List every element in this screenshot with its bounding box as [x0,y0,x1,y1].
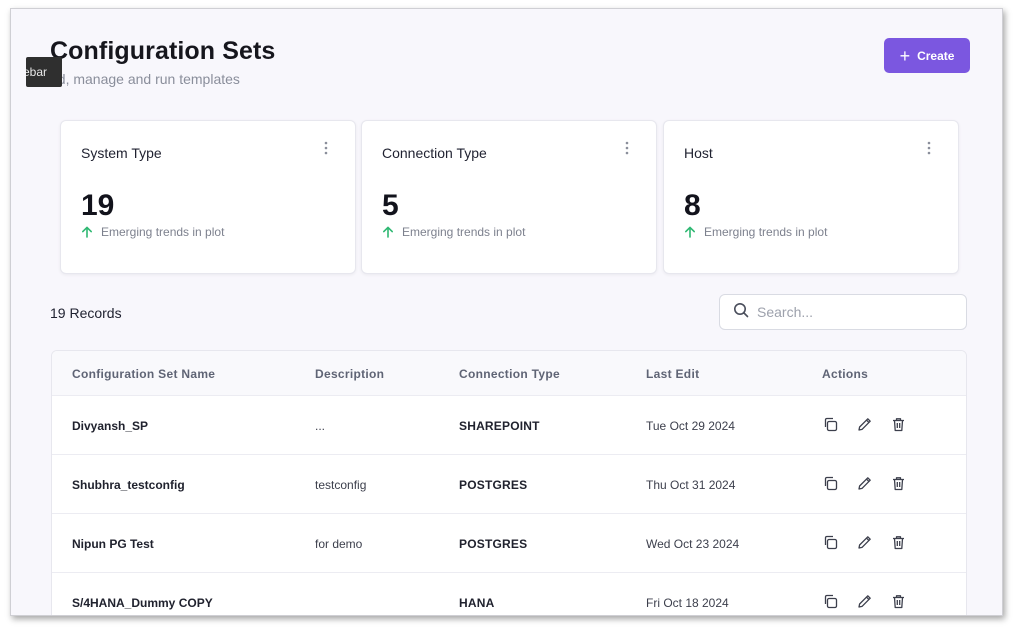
kebab-icon[interactable] [622,141,632,161]
stat-trend: Emerging trends in plot [382,225,525,239]
page-title: Configuration Sets [50,37,276,65]
stat-label: Connection Type [382,145,487,161]
arrow-up-icon [382,226,394,238]
stat-trend-label: Emerging trends in plot [402,225,526,239]
search-input[interactable] [757,304,957,320]
search-box[interactable] [719,294,967,330]
table-row[interactable]: S/4HANA_Dummy COPY HANA Fri Oct 18 2024 [52,573,966,615]
row-actions [822,416,907,433]
stat-trend: Emerging trends in plot [684,225,827,239]
table-row[interactable]: Shubhra_testconfig testconfig POSTGRES T… [52,455,966,514]
cell-last-edit: Tue Oct 29 2024 [646,419,735,433]
kebab-icon[interactable] [321,141,331,161]
cell-description: testconfig [315,478,367,492]
stat-trend-label: Emerging trends in plot [101,225,225,239]
cell-connection-type: HANA [459,596,495,610]
cell-name: Shubhra_testconfig [72,478,185,492]
trash-icon[interactable] [890,534,907,551]
edit-icon[interactable] [856,416,873,433]
cell-name: Divyansh_SP [72,419,149,433]
table-row[interactable]: Nipun PG Test for demo POSTGRES Wed Oct … [52,514,966,573]
row-actions [822,475,907,492]
copy-icon[interactable] [822,593,839,610]
column-header-name[interactable]: Configuration Set Name [72,367,215,381]
cell-connection-type: SHAREPOINT [459,419,540,433]
row-actions [822,534,907,551]
trash-icon[interactable] [890,475,907,492]
row-actions [822,593,907,610]
stat-value: 5 [382,189,399,222]
stat-value: 19 [81,189,115,222]
stat-trend: Emerging trends in plot [81,225,224,239]
copy-icon[interactable] [822,416,839,433]
kebab-icon[interactable] [924,141,934,161]
stat-card-host: Host 8 Emerging trends in plot [663,120,959,274]
edit-icon[interactable] [856,534,873,551]
stat-value: 8 [684,189,701,222]
stat-label: Host [684,145,713,161]
edit-icon[interactable] [856,475,873,492]
stat-card-system-type: System Type 19 Emerging trends in plot [60,120,356,274]
cell-name: Nipun PG Test [72,537,154,551]
cell-last-edit: Thu Oct 31 2024 [646,478,736,492]
cell-name: S/4HANA_Dummy COPY [72,596,213,610]
cell-connection-type: POSTGRES [459,537,528,551]
column-header-connection-type[interactable]: Connection Type [459,367,560,381]
cell-description: ... [315,419,326,433]
edit-icon[interactable] [856,593,873,610]
copy-icon[interactable] [822,475,839,492]
create-button[interactable]: + Create [884,38,970,73]
cell-last-edit: Fri Oct 18 2024 [646,596,729,610]
plus-icon: + [899,45,911,66]
copy-icon[interactable] [822,534,839,551]
stat-label: System Type [81,145,162,161]
stat-card-connection-type: Connection Type 5 Emerging trends in plo… [361,120,657,274]
sidebar-tooltip: ebar [26,57,62,87]
arrow-up-icon [81,226,93,238]
cell-last-edit: Wed Oct 23 2024 [646,537,740,551]
table-row[interactable]: Divyansh_SP ... SHAREPOINT Tue Oct 29 20… [52,396,966,455]
config-sets-table: Configuration Set Name Description Conne… [51,350,967,615]
create-button-label: Create [917,48,955,63]
column-header-last-edit[interactable]: Last Edit [646,367,699,381]
search-icon [733,302,749,323]
records-count: 19 Records [50,305,122,321]
column-header-actions: Actions [822,367,869,381]
trash-icon[interactable] [890,593,907,610]
app-window: Configuration Sets dd, manage and run te… [10,8,1003,616]
cell-connection-type: POSTGRES [459,478,528,492]
table-header: Configuration Set Name Description Conne… [52,351,966,396]
stat-trend-label: Emerging trends in plot [704,225,828,239]
column-header-description[interactable]: Description [315,367,384,381]
arrow-up-icon [684,226,696,238]
page-subtitle: dd, manage and run templates [50,71,240,87]
cell-description: for demo [315,537,363,551]
trash-icon[interactable] [890,416,907,433]
